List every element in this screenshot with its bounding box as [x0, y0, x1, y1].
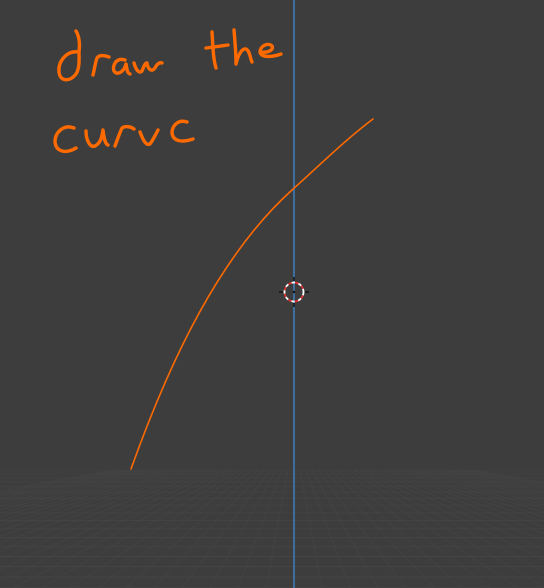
3d-cursor-icon[interactable] — [0, 0, 544, 588]
3d-viewport[interactable]: draw the curve — [0, 0, 544, 588]
